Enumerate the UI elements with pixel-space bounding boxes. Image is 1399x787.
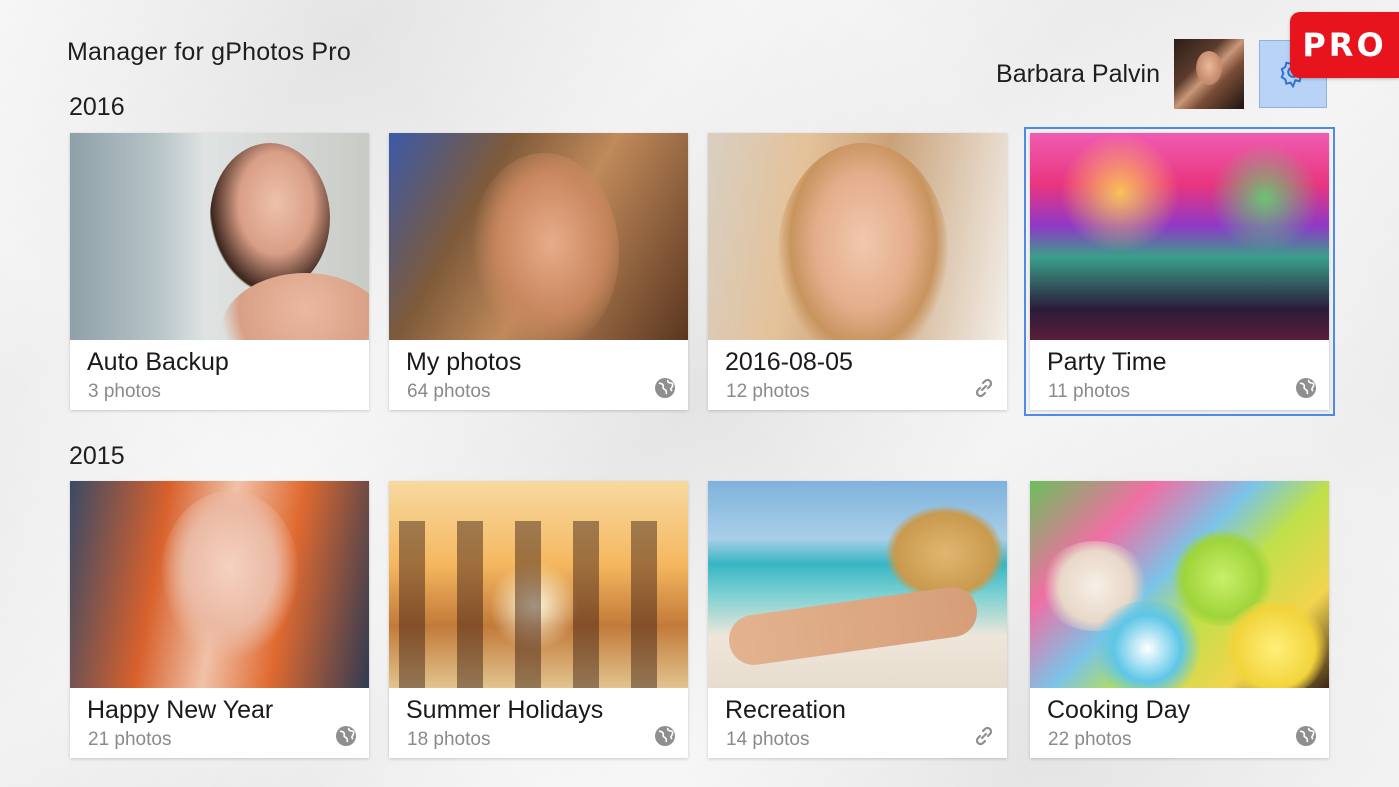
user-name: Barbara Palvin	[996, 59, 1160, 88]
album-title: Party Time	[1047, 348, 1167, 376]
album-count: 18 photos	[407, 729, 491, 750]
globe-icon	[654, 725, 676, 747]
album-count: 12 photos	[726, 381, 810, 402]
album-thumbnail	[389, 481, 688, 688]
globe-icon	[335, 725, 357, 747]
album-thumbnail	[1030, 133, 1329, 340]
album-thumbnail	[389, 133, 688, 340]
album-title: 2016-08-05	[725, 348, 853, 376]
album-thumbnail	[70, 133, 369, 340]
album-title: Auto Backup	[87, 348, 229, 376]
app-title: Manager for gPhotos Pro	[67, 38, 351, 66]
album-card-summer-holidays[interactable]: Summer Holidays 18 photos	[389, 481, 688, 758]
album-card-cooking-day[interactable]: Cooking Day 22 photos	[1030, 481, 1329, 758]
album-card-my-photos[interactable]: My photos 64 photos	[389, 133, 688, 410]
album-thumbnail	[708, 133, 1007, 340]
album-card-party-time[interactable]: Party Time 11 photos	[1024, 127, 1335, 416]
avatar[interactable]	[1174, 39, 1244, 109]
album-title: My photos	[406, 348, 522, 376]
album-title: Recreation	[725, 696, 846, 724]
link-icon	[973, 377, 995, 399]
album-title: Summer Holidays	[406, 696, 604, 724]
album-thumbnail	[1030, 481, 1329, 688]
globe-icon	[654, 377, 676, 399]
album-count: 64 photos	[407, 381, 491, 402]
album-count: 3 photos	[88, 381, 161, 402]
album-card-2016-08-05[interactable]: 2016-08-05 12 photos	[708, 133, 1007, 410]
globe-icon	[1295, 725, 1317, 747]
album-title: Happy New Year	[87, 696, 274, 724]
album-count: 22 photos	[1048, 729, 1132, 750]
album-thumbnail	[708, 481, 1007, 688]
user-area[interactable]: Barbara Palvin	[996, 39, 1244, 109]
album-title: Cooking Day	[1047, 696, 1191, 724]
album-card-happy-new-year[interactable]: Happy New Year 21 photos	[70, 481, 369, 758]
globe-icon	[1295, 377, 1317, 399]
section-year-2015: 2015	[69, 442, 125, 470]
album-card-recreation[interactable]: Recreation 14 photos	[708, 481, 1007, 758]
album-thumbnail	[70, 481, 369, 688]
section-year-2016: 2016	[69, 93, 125, 121]
link-icon	[973, 725, 995, 747]
album-card-auto-backup[interactable]: Auto Backup 3 photos	[70, 133, 369, 410]
album-count: 11 photos	[1048, 381, 1131, 402]
album-count: 21 photos	[88, 729, 172, 750]
album-count: 14 photos	[726, 729, 810, 750]
pro-badge: PRO	[1290, 12, 1399, 78]
